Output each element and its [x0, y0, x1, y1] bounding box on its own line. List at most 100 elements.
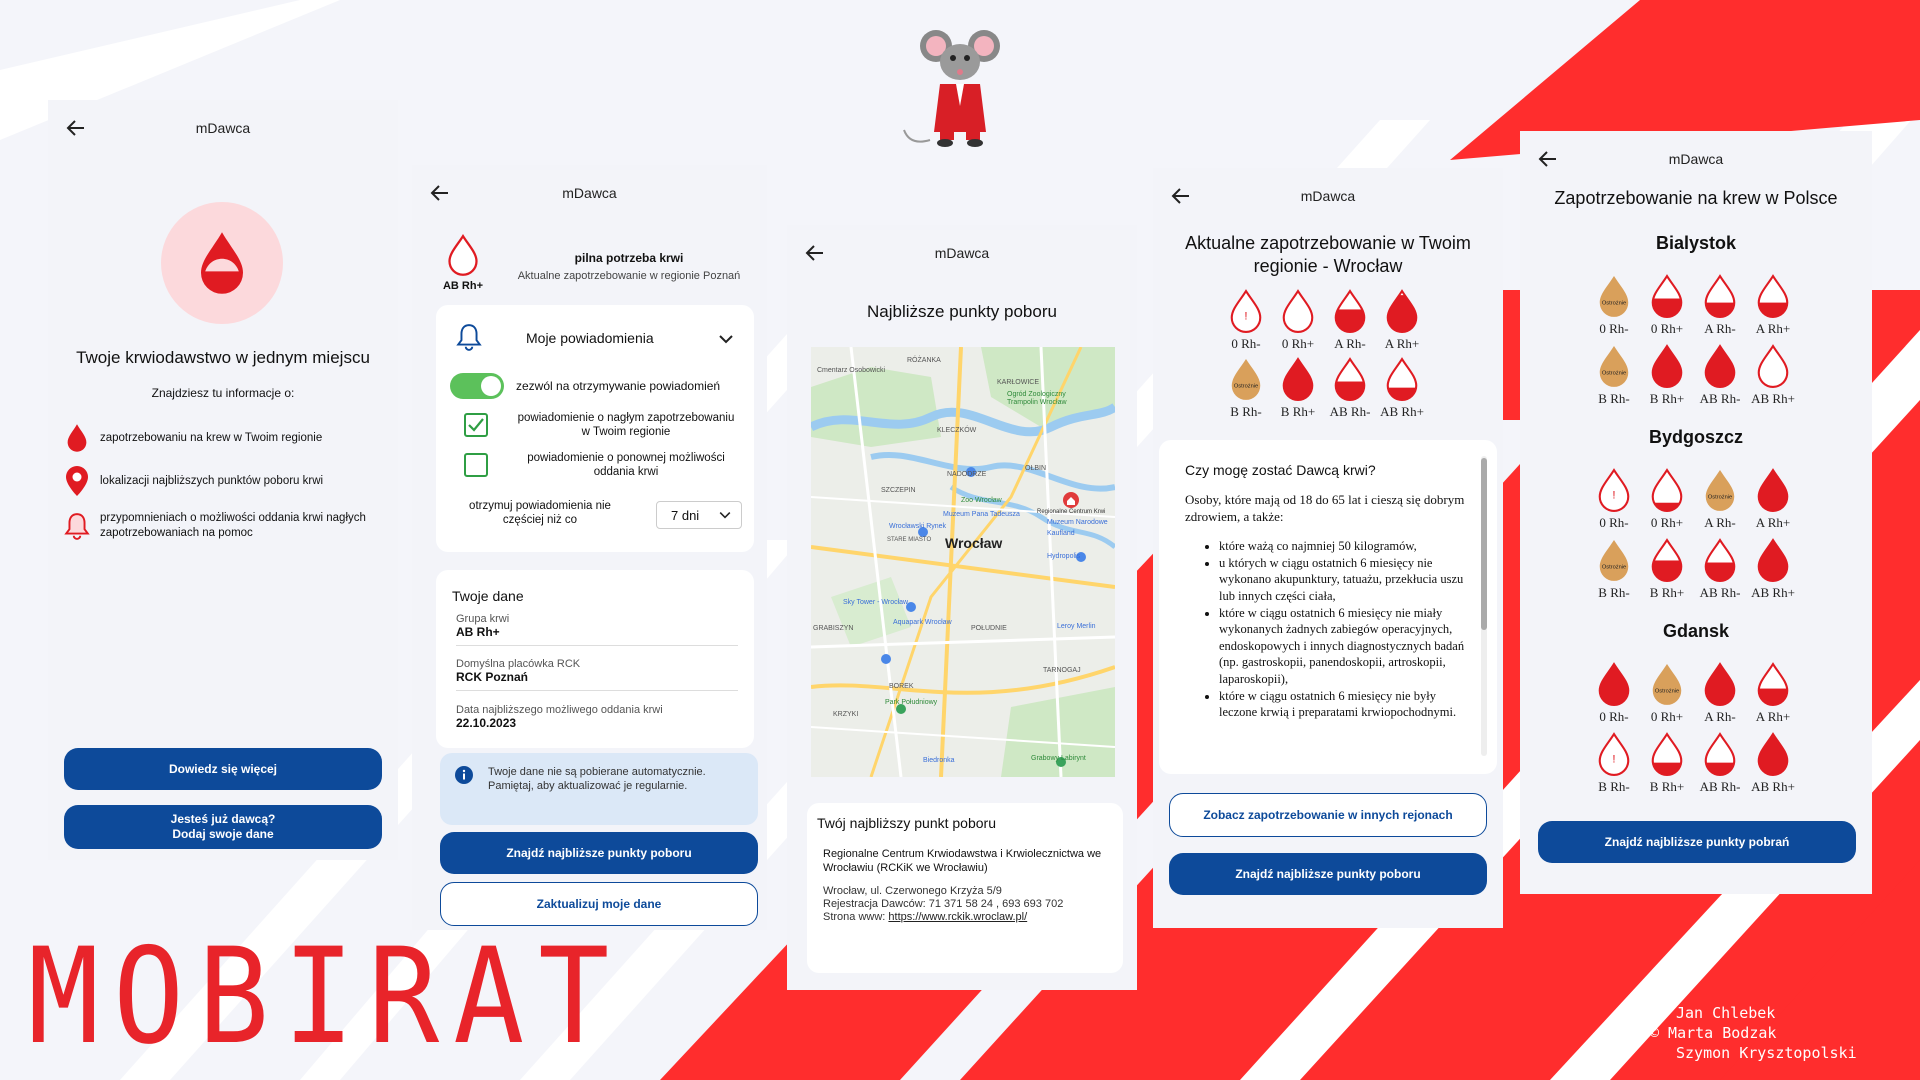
credit-line: © Marta Bodzak: [1650, 1023, 1777, 1042]
map-label: TARNOGAJ: [1043, 667, 1081, 674]
blood-type-label: A Rh-: [1334, 336, 1366, 351]
blood-level-drop: Ostrożnie: [1595, 537, 1633, 583]
find-nearest-points-button[interactable]: Znajdź najbliższe punkty pobrań: [1538, 821, 1856, 863]
hero-drop-circle: [161, 202, 283, 324]
blood-level-drop: [1754, 731, 1792, 777]
feature-item: lokalizacji najbliższych punktów poboru …: [64, 458, 384, 504]
feature-text: lokalizacji najbliższych punktów poboru …: [100, 475, 324, 487]
web-label: Strona www:: [823, 911, 889, 923]
frequency-select[interactable]: 7 dni: [656, 501, 742, 529]
find-nearest-points-button[interactable]: Znajdź najbliższe punkty poboru: [440, 832, 758, 874]
blood-drop-icon: [1282, 289, 1314, 333]
your-data-title: Twoje dane: [452, 588, 524, 604]
notifications-title: Moje powiadomienia: [526, 330, 654, 346]
blood-type-badge: AB Rh+: [440, 233, 486, 292]
blood-level-drop: [1701, 731, 1739, 777]
field-label: Domyślna placówka RCK: [456, 658, 581, 670]
urgent-alert-title: pilna potrzeba krwi: [574, 251, 684, 265]
map-label: POŁUDNIE: [971, 625, 1007, 632]
blood-type-label: 0 Rh-: [1599, 321, 1629, 336]
blood-drop-icon: Ostrożnie: [1599, 346, 1629, 387]
your-data-card: Twoje dane Grupa krwi AB Rh+ Domyślna pl…: [436, 570, 754, 748]
field-value: RCK Poznań: [456, 670, 528, 684]
drop-shape: [1231, 359, 1261, 400]
blood-drop-icon: [1704, 662, 1736, 706]
allow-toggle[interactable]: [450, 373, 504, 399]
blood-type-label: A Rh+: [1755, 321, 1791, 336]
find-nearest-points-button[interactable]: Znajdź najbliższe punkty poboru: [1169, 853, 1487, 895]
add-donor-line2: Dodaj swoje dane: [172, 827, 274, 841]
caution-label: Ostrożnie: [1602, 565, 1626, 571]
intro-text: Znajdziesz tu informacje o:: [151, 386, 295, 400]
caution-label: Ostrożnie: [1655, 689, 1679, 695]
field-next-donation: Data najbliższego możliwego oddania krwi…: [456, 704, 738, 730]
blood-level-drop: [1754, 467, 1792, 513]
map-view[interactable]: Cmentarz Osobowicki RÓŻANKA KARŁOWICE Og…: [811, 347, 1115, 777]
allow-label: zezwól na otrzymywanie powiadomień: [516, 379, 721, 393]
screen-regional-demand: mDawca Aktualne zapotrzebowanie w Twoim …: [1153, 168, 1503, 928]
drop-shape: [1652, 664, 1682, 705]
blood-drop-icon: !: [1598, 732, 1630, 776]
faq-scrollbar[interactable]: [1481, 456, 1487, 756]
blood-type-label: AB Rh-: [1699, 391, 1741, 406]
faq-scrollbar-thumb[interactable]: [1481, 458, 1487, 630]
map-label: Park Południowy: [885, 699, 938, 706]
add-donor-line1: Jesteś już dawcą?: [170, 812, 276, 826]
blood-type-label: B Rh-: [1598, 585, 1630, 600]
blood-drop-icon: [1757, 468, 1789, 512]
map-city-label: Wrocław: [945, 535, 1003, 551]
blood-type-label: 0 Rh-: [1231, 336, 1261, 351]
faq-item: które ważą co najmniej 50 kilogramów,: [1219, 538, 1469, 555]
blood-drop-icon: [1334, 357, 1366, 401]
info-box: Twoje dane nie są pobierane automatyczni…: [440, 753, 758, 825]
map-label: Sky Tower - Wrocław: [843, 599, 909, 606]
field-default-rck: Domyślna placówka RCK RCK Poznań: [456, 658, 738, 691]
blood-type-label: AB Rh+: [1380, 404, 1424, 419]
bell-icon: [64, 513, 90, 540]
frequency-label: otrzymuj powiadomienia nie częściej niż …: [469, 500, 611, 527]
app-title: mDawca: [1300, 188, 1356, 204]
blood-drop-icon: [1757, 538, 1789, 582]
map-label: Wrocławski Rynek: [889, 523, 947, 530]
blood-drop-icon: [1598, 662, 1630, 706]
faq-card: Czy mogę zostać Dawcą krwi? Osoby, które…: [1159, 440, 1497, 774]
blood-type-label: A Rh+: [1384, 336, 1420, 351]
faq-title: Czy mogę zostać Dawcą krwi?: [1185, 462, 1376, 478]
field-value: AB Rh+: [456, 625, 500, 639]
caution-label: Ostrożnie: [1234, 384, 1258, 390]
other-regions-button[interactable]: Zobacz zapotrzebowanie w innych rejonach: [1169, 793, 1487, 837]
opt1-checkbox[interactable]: [464, 413, 488, 437]
blood-type-label: B Rh-: [1230, 404, 1262, 419]
blood-level-drop: [1383, 288, 1421, 334]
opt2-checkbox[interactable]: [464, 453, 488, 477]
add-donor-data-button[interactable]: Jesteś już dawcą? Dodaj swoje dane: [64, 805, 382, 849]
screen-map: mDawca Najbliższe punkty poboru Cmentarz…: [787, 225, 1137, 990]
chevron-down-icon[interactable]: [716, 329, 736, 349]
blood-drop-icon: [1651, 274, 1683, 318]
map-label: RÓŻANKA: [907, 357, 941, 364]
field-label: Data najbliższego możliwego oddania krwi: [456, 704, 663, 716]
blood-drop-icon: [1651, 538, 1683, 582]
blood-level-drop: Ostrożnie: [1648, 661, 1686, 707]
faq-item: które w ciągu ostatnich 6 miesięcy nie b…: [1219, 688, 1469, 721]
blood-drop-icon: [1386, 289, 1418, 333]
city-levels-grid: ! 0 Rh- 0 Rh+ Ostrożnie A Rh- A Rh+ Ostrożnie B…: [1520, 467, 1872, 617]
blood-type-label: B Rh-: [1598, 779, 1630, 794]
map-label: KARŁOWICE: [997, 379, 1040, 386]
learn-more-button[interactable]: Dowiedz się więcej: [64, 748, 382, 790]
blood-level-drop: Ostrożnie: [1701, 467, 1739, 513]
blood-drop-icon: [67, 424, 87, 452]
blood-type-label: AB Rh+: [442, 280, 484, 292]
alert-mark: !: [1612, 754, 1615, 766]
page-heading: Twoje krwiodawstwo w jednym miejscu: [76, 348, 370, 367]
chevron-down-icon: [719, 512, 731, 519]
blood-level-drop: [1595, 661, 1633, 707]
map-label: BOREK: [889, 683, 914, 690]
map-label: KLECZKÓW: [937, 427, 977, 434]
blood-level-drop: [1701, 343, 1739, 389]
alert-mark: !: [1612, 490, 1615, 502]
web-link[interactable]: https://www.rckik.wroclaw.pl/: [888, 911, 1027, 923]
blood-type-label: A Rh-: [1704, 709, 1736, 724]
blood-type-label: AB Rh+: [1751, 779, 1795, 794]
blood-type-label: 0 Rh+: [1650, 709, 1684, 724]
